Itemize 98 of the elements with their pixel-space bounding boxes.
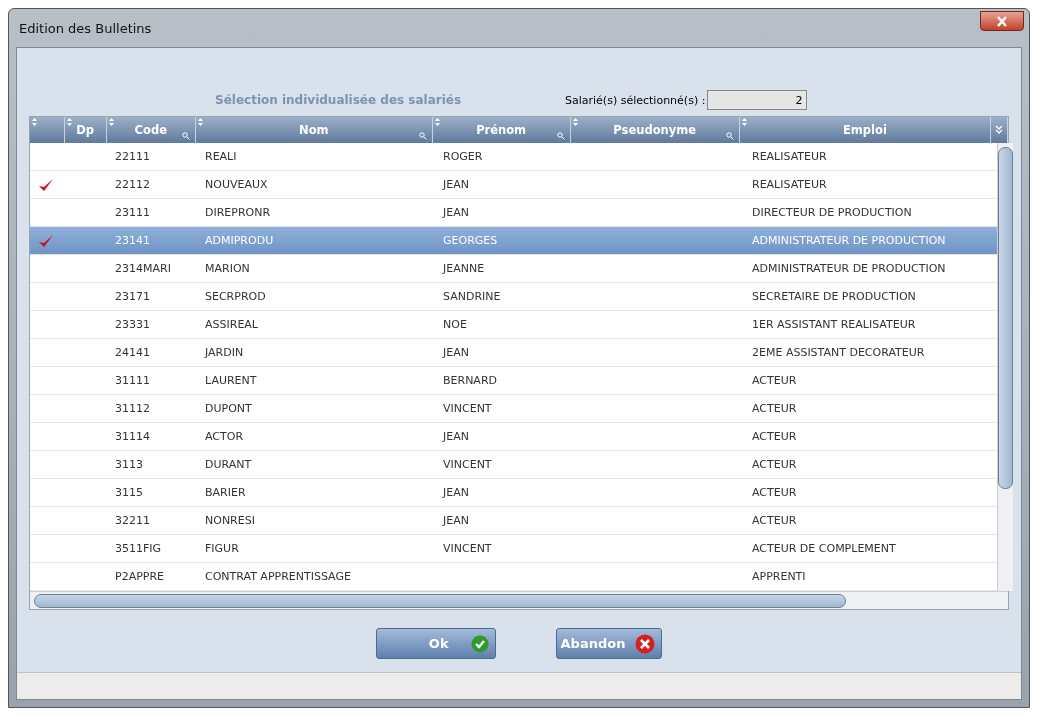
close-button[interactable] <box>980 11 1024 31</box>
table-cell: ADMIPRODU <box>205 234 274 247</box>
table-cell: MARION <box>205 262 250 275</box>
sort-icon[interactable] <box>198 118 203 126</box>
table-row[interactable]: 3115 BARIER JEAN ACTEUR <box>30 479 997 507</box>
table-cell: ROGER <box>443 150 483 163</box>
table-cell: SECRETAIRE DE PRODUCTION <box>752 290 916 303</box>
count-field[interactable]: 2 <box>707 90 808 110</box>
table-cell: 23171 <box>115 290 150 303</box>
table-cell: 22112 <box>115 178 150 191</box>
table-cell: 31114 <box>115 430 150 443</box>
table-cell: JEAN <box>443 430 469 443</box>
table-row[interactable]: 22111 REALI ROGER REALISATEUR <box>30 143 997 171</box>
table-row[interactable]: 3113 DURANT VINCENT ACTEUR <box>30 451 997 479</box>
table-cell: JARDIN <box>205 346 244 359</box>
table-cell: CONTRAT APPRENTISSAGE <box>205 570 351 583</box>
table-cell: 23331 <box>115 318 150 331</box>
table-cell: 23111 <box>115 206 150 219</box>
table-row[interactable]: 22112 NOUVEAUX JEAN REALISATEUR <box>30 171 997 199</box>
table-cell: REALISATEUR <box>752 178 827 191</box>
table-cell: VINCENT <box>443 402 492 415</box>
table-cell: ACTEUR <box>752 514 797 527</box>
sort-icon[interactable] <box>66 118 72 126</box>
sort-icon[interactable] <box>108 118 114 126</box>
table-cell: DUPONT <box>205 402 252 415</box>
table-cell: JEAN <box>443 514 469 527</box>
table-row[interactable]: 31114 ACTOR JEAN ACTEUR <box>30 423 997 451</box>
table-cell: 32211 <box>115 514 150 527</box>
vertical-scrollbar[interactable] <box>997 143 1013 591</box>
table-cell: DIRECTEUR DE PRODUCTION <box>752 206 912 219</box>
horizontal-scrollbar[interactable] <box>30 591 1008 609</box>
table-cell: SANDRINE <box>443 290 501 303</box>
table-cell: VINCENT <box>443 542 492 555</box>
table-cell: JEAN <box>443 486 469 499</box>
search-icon[interactable] <box>725 132 734 140</box>
table-cell: DURANT <box>205 458 252 471</box>
sort-icon[interactable] <box>434 118 440 126</box>
table-cell: APPRENTI <box>752 570 806 583</box>
table-cell: ACTEUR <box>752 486 797 499</box>
table-cell: ASSIREAL <box>205 318 258 331</box>
table-cell: NOUVEAUX <box>205 178 268 191</box>
sort-icon[interactable] <box>32 118 37 126</box>
table-cell: ACTEUR <box>752 430 797 443</box>
table-cell: BARIER <box>205 486 246 499</box>
table-cell: ADMINISTRATEUR DE PRODUCTION <box>752 234 946 247</box>
window-title: Edition des Bulletins <box>19 20 152 36</box>
table-cell: 31111 <box>115 374 150 387</box>
table-cell: VINCENT <box>443 458 492 471</box>
table-cell: 3115 <box>115 486 143 499</box>
table-row[interactable]: 31112 DUPONT VINCENT ACTEUR <box>30 395 997 423</box>
table-cell: 23141 <box>115 234 150 247</box>
search-icon[interactable] <box>182 132 190 140</box>
table-cell: ADMINISTRATEUR DE PRODUCTION <box>752 262 946 275</box>
table-cell: 31112 <box>115 402 150 415</box>
table-cell: JEAN <box>443 178 469 191</box>
table-cell: LAURENT <box>205 374 257 387</box>
check-icon <box>470 634 489 653</box>
table-cell: ACTEUR DE COMPLEMENT <box>752 542 896 555</box>
close-icon <box>635 633 656 654</box>
table-cell: P2APPRE <box>115 570 165 583</box>
count-label: Salarié(s) sélectionné(s) : <box>565 93 706 107</box>
table-cell: REALISATEUR <box>752 150 827 163</box>
sort-icon[interactable] <box>572 118 578 126</box>
table-row[interactable]: 24141 JARDIN JEAN 2EME ASSISTANT DECORATEUR <box>30 339 997 367</box>
table-cell: 1ER ASSISTANT REALISATEUR <box>752 318 916 331</box>
table-cell: FIGUR <box>205 542 239 555</box>
table-row[interactable]: 23331 ASSIREAL NOE 1ER ASSISTANT REALISATEUR <box>30 311 997 339</box>
table-cell: ACTEUR <box>752 374 797 387</box>
table-cell: NOE <box>443 318 467 331</box>
table-cell: 2EME ASSISTANT DECORATEUR <box>752 346 925 359</box>
table-row[interactable]: 3511FIG FIGUR VINCENT ACTEUR DE COMPLEMENT <box>30 535 997 563</box>
table-cell: GEORGES <box>443 234 498 247</box>
table-cell: 22111 <box>115 150 150 163</box>
column-header[interactable] <box>30 117 65 143</box>
table-row[interactable]: 32211 NONRESI JEAN ACTEUR <box>30 507 997 535</box>
search-icon[interactable] <box>418 132 427 140</box>
table-cell: NONRESI <box>205 514 255 527</box>
section-title: Sélection individualisée des salariés <box>215 93 463 109</box>
table-cell: ACTEUR <box>752 402 797 415</box>
search-icon[interactable] <box>556 132 565 140</box>
table-cell: 3511FIG <box>115 542 162 555</box>
sort-icon[interactable] <box>741 118 747 126</box>
table-row[interactable]: 31111 LAURENT BERNARD ACTEUR <box>30 367 997 395</box>
table-row[interactable]: 2314MARI MARION JEANNE ADMINISTRATEUR DE PRODUCTION <box>30 255 997 283</box>
table-cell: SECRPROD <box>205 290 266 303</box>
table-row[interactable]: 23171 SECRPROD SANDRINE SECRETAIRE DE PRODUCTION <box>30 283 997 311</box>
table-cell: ACTEUR <box>752 458 797 471</box>
table-cell: 3113 <box>115 458 143 471</box>
table-cell: DIREPRONR <box>205 206 271 219</box>
table-cell: REALI <box>205 150 237 163</box>
table-cell: 24141 <box>115 346 150 359</box>
table-cell: JEAN <box>443 206 469 219</box>
table-cell: BERNARD <box>443 374 497 387</box>
table-cell: ACTOR <box>205 430 244 443</box>
table-cell: JEANNE <box>443 262 485 275</box>
table-cell: 2314MARI <box>115 262 171 275</box>
close-icon <box>996 15 1008 27</box>
table-cell: JEAN <box>443 346 469 359</box>
